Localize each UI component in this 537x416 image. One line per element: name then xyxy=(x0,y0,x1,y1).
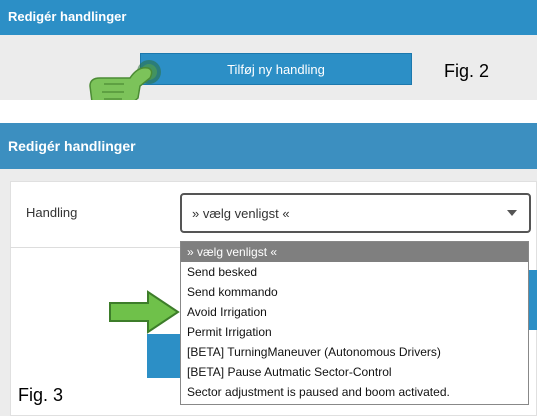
fig3-header-title: Redigér handlinger xyxy=(8,138,136,154)
action-select[interactable]: » vælg venligst « xyxy=(180,193,531,233)
option-item[interactable]: Send besked xyxy=(181,262,528,282)
add-action-button[interactable]: Tilføj ny handling xyxy=(140,53,412,85)
chevron-down-icon xyxy=(507,210,517,216)
action-field-label: Handling xyxy=(26,205,78,220)
action-options-list: » vælg venligst « Send besked Send komma… xyxy=(180,241,529,405)
fig2-caption: Fig. 2 xyxy=(444,61,490,81)
option-item[interactable]: Permit Irrigation xyxy=(181,322,528,342)
option-item[interactable]: Send kommando xyxy=(181,282,528,302)
action-select-value: » vælg venligst « xyxy=(192,206,290,221)
option-item[interactable]: [BETA] Pause Autmatic Sector-Control xyxy=(181,362,528,382)
fig3-caption: Fig. 3 xyxy=(18,385,64,405)
fig2-header: Redigér handlinger xyxy=(0,0,537,35)
fig2-header-title: Redigér handlinger xyxy=(8,9,127,24)
option-item[interactable]: [BETA] TurningManeuver (Autonomous Drive… xyxy=(181,342,528,362)
fig3-header: Redigér handlinger xyxy=(0,123,537,169)
row-divider xyxy=(10,247,180,248)
arrow-right-icon xyxy=(109,290,180,334)
side-button-edge[interactable] xyxy=(528,270,537,330)
option-item[interactable]: » vælg venligst « xyxy=(181,242,528,262)
option-item[interactable]: Avoid Irrigation xyxy=(181,302,528,322)
option-item[interactable]: Sector adjustment is paused and boom act… xyxy=(181,382,528,402)
separator xyxy=(0,100,537,120)
